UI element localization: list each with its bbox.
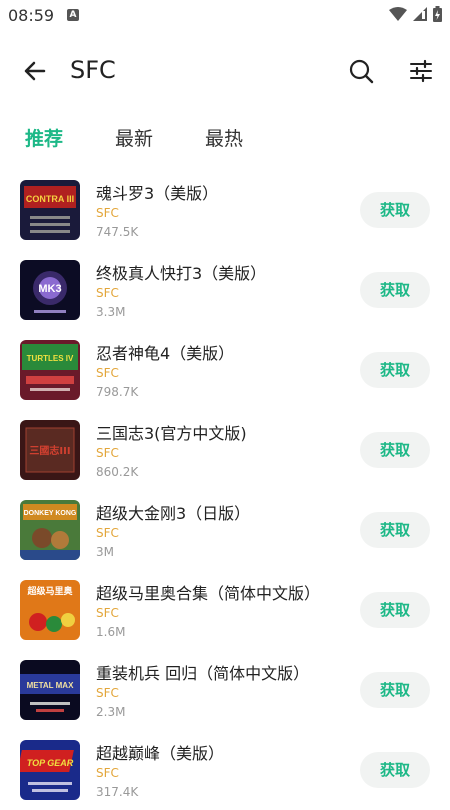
battery-icon: [433, 6, 442, 22]
game-name: 超级马里奥合集（简体中文版）: [96, 584, 321, 603]
game-name: 重装机兵 回归（简体中文版）: [96, 664, 310, 683]
thumb-text: CONTRA III: [26, 194, 74, 204]
thumb-text: 三國志III: [29, 444, 70, 457]
game-platform: SFC: [96, 686, 119, 700]
search-icon: [349, 59, 374, 84]
game-name: 忍者神龟4（美版）: [96, 344, 235, 363]
system-icons: [389, 6, 442, 22]
list-item[interactable]: DONKEY KONG 超级大金刚3（日版） SFC 3M 获取: [0, 490, 450, 570]
back-button[interactable]: [20, 56, 50, 86]
tab-latest[interactable]: 最新: [115, 124, 153, 151]
game-size: 2.3M: [96, 705, 126, 719]
game-platform: SFC: [96, 206, 119, 220]
notification-a-icon: A: [67, 9, 79, 21]
thumb-text: TURTLES IV: [27, 354, 74, 363]
filter-button[interactable]: [406, 56, 436, 86]
tmnt-4-cover-icon: TURTLES IV: [20, 340, 80, 400]
game-size: 3.3M: [96, 305, 126, 319]
tab-recommended[interactable]: 推荐: [25, 124, 63, 151]
sliders-icon: [410, 59, 432, 83]
contra-3-cover-icon: CONTRA III: [20, 180, 80, 240]
get-button[interactable]: 获取: [360, 592, 430, 628]
list-item[interactable]: TURTLES IV 忍者神龟4（美版） SFC 798.7K 获取: [0, 330, 450, 410]
donkey-kong-3-cover-icon: DONKEY KONG: [20, 500, 80, 560]
get-button[interactable]: 获取: [360, 272, 430, 308]
game-name: 魂斗罗3（美版）: [96, 184, 219, 203]
back-arrow-icon: [24, 61, 46, 81]
get-button[interactable]: 获取: [360, 512, 430, 548]
game-name: 终极真人快打3（美版）: [96, 264, 267, 283]
game-size: 860.2K: [96, 465, 139, 479]
status-bar: 08:59 A: [0, 0, 450, 32]
super-mario-collection-cover-icon: 超级马里奥: [20, 580, 80, 640]
top-gear-cover-icon: TOP GEAR: [20, 740, 80, 800]
game-platform: SFC: [96, 526, 119, 540]
thumb-text: TOP GEAR: [27, 758, 74, 768]
metal-max-returns-cover-icon: METAL MAX: [20, 660, 80, 720]
page-title: SFC: [70, 56, 116, 84]
game-size: 1.6M: [96, 625, 126, 639]
search-button[interactable]: [346, 56, 376, 86]
get-button[interactable]: 获取: [360, 432, 430, 468]
status-time: 08:59: [8, 6, 55, 25]
app-header: SFC: [0, 40, 450, 100]
game-name: 三国志3(官方中文版): [96, 424, 247, 443]
category-tabs: 推荐 最新 最热: [0, 124, 450, 158]
game-size: 747.5K: [96, 225, 139, 239]
sangokushi-3-cover-icon: 三國志III: [20, 420, 80, 480]
game-platform: SFC: [96, 606, 119, 620]
get-button[interactable]: 获取: [360, 752, 430, 788]
game-platform: SFC: [96, 766, 119, 780]
get-button[interactable]: 获取: [360, 352, 430, 388]
mortal-kombat-3-cover-icon: MK3: [20, 260, 80, 320]
signal-icon: [413, 7, 427, 21]
game-platform: SFC: [96, 446, 119, 460]
thumb-text: METAL MAX: [27, 681, 74, 690]
game-name: 超级大金刚3（日版）: [96, 504, 251, 523]
list-item[interactable]: METAL MAX 重装机兵 回归（简体中文版） SFC 2.3M 获取: [0, 650, 450, 730]
list-item[interactable]: MK3 终极真人快打3（美版） SFC 3.3M 获取: [0, 250, 450, 330]
game-size: 798.7K: [96, 385, 139, 399]
game-platform: SFC: [96, 286, 119, 300]
thumb-text: MK3: [38, 283, 61, 295]
game-platform: SFC: [96, 366, 119, 380]
wifi-icon: [389, 7, 407, 21]
tab-hottest[interactable]: 最热: [205, 124, 243, 151]
thumb-text: 超级马里奥: [26, 585, 73, 597]
game-list: CONTRA III 魂斗罗3（美版） SFC 747.5K 获取 MK3 终极…: [0, 170, 450, 810]
list-item[interactable]: 三國志III 三国志3(官方中文版) SFC 860.2K 获取: [0, 410, 450, 490]
get-button[interactable]: 获取: [360, 192, 430, 228]
list-item[interactable]: 超级马里奥 超级马里奥合集（简体中文版） SFC 1.6M 获取: [0, 570, 450, 650]
list-item[interactable]: TOP GEAR 超越巅峰（美版） SFC 317.4K 获取: [0, 730, 450, 810]
game-size: 3M: [96, 545, 114, 559]
thumb-text: DONKEY KONG: [24, 510, 77, 517]
list-item[interactable]: CONTRA III 魂斗罗3（美版） SFC 747.5K 获取: [0, 170, 450, 250]
game-name: 超越巅峰（美版）: [96, 744, 225, 763]
get-button[interactable]: 获取: [360, 672, 430, 708]
game-size: 317.4K: [96, 785, 139, 799]
